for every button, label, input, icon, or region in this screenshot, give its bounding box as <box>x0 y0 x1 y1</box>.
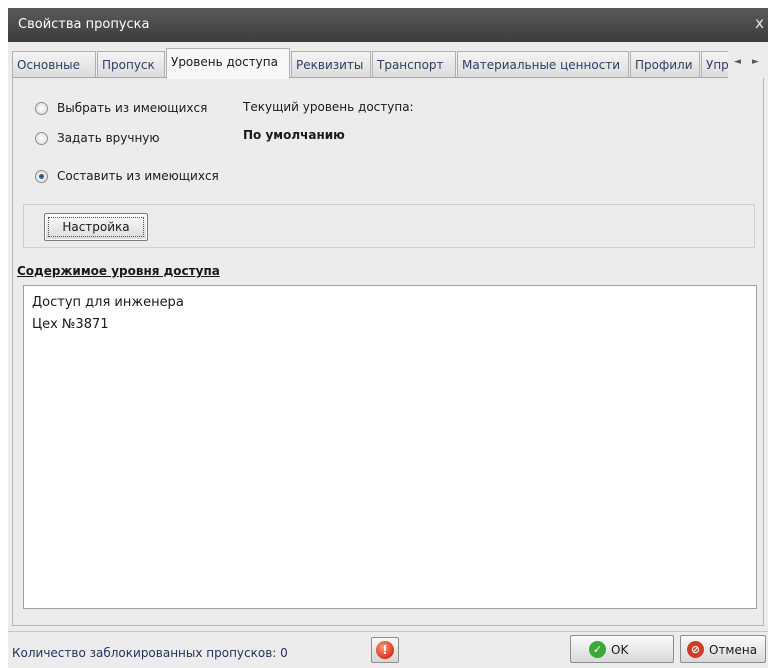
current-level-value: По умолчанию <box>243 128 345 142</box>
tab-bar: Основные Пропуск Уровень доступа Реквизи… <box>12 48 764 79</box>
radio-button[interactable] <box>35 102 48 115</box>
current-level-label: Текущий уровень доступа: <box>243 100 414 114</box>
window-title: Свойства пропуска <box>18 17 150 32</box>
radio-button-checked[interactable] <box>35 170 48 183</box>
cancel-icon: ⊘ <box>687 641 704 658</box>
access-level-panel: Выбрать из имеющихся Задать вручную Сост… <box>12 78 764 626</box>
blocked-passes-count: Количество заблокированных пропусков: 0 <box>12 646 288 660</box>
radio-choose-existing[interactable]: Выбрать из имеющихся <box>35 99 235 119</box>
tab-profiles[interactable]: Профили <box>630 51 700 77</box>
cancel-label: Отмена <box>709 643 758 657</box>
tab-propusk[interactable]: Пропуск <box>97 51 165 77</box>
contents-line: Доступ для инженера <box>32 295 184 310</box>
tab-rekvizity[interactable]: Реквизиты <box>291 51 371 77</box>
check-icon: ✓ <box>589 641 606 658</box>
ok-label: OK <box>611 643 629 657</box>
contents-line: Цех №3871 <box>32 317 109 332</box>
dialog-window: Свойства пропуска x Основные Пропуск Уро… <box>8 8 768 668</box>
ok-button[interactable]: ✓ OK <box>570 635 674 663</box>
radio-label: Задать вручную <box>57 131 160 145</box>
access-level-contents[interactable]: Доступ для инженера Цех №3871 <box>23 285 757 609</box>
chevron-left-icon[interactable]: ◄ <box>734 57 741 67</box>
radio-button[interactable] <box>35 132 48 145</box>
settings-button[interactable]: Настройка <box>44 213 148 241</box>
tab-access-level[interactable]: Уровень доступа <box>166 48 290 79</box>
chevron-right-icon[interactable]: ► <box>752 57 759 67</box>
contents-title: Содержимое уровня доступа <box>17 264 220 278</box>
radio-set-manually[interactable]: Задать вручную <box>35 129 235 149</box>
title-bar: Свойства пропуска x <box>8 8 768 42</box>
tab-valuables[interactable]: Материальные ценности <box>457 51 629 77</box>
settings-strip: Настройка <box>23 204 755 248</box>
close-icon[interactable]: x <box>755 14 764 32</box>
status-bar: Количество заблокированных пропусков: 0 … <box>8 631 768 668</box>
tab-transport[interactable]: Транспорт <box>372 51 456 77</box>
alert-icon: ! <box>376 641 394 659</box>
cancel-button[interactable]: ⊘ Отмена <box>680 635 766 663</box>
alert-button[interactable]: ! <box>371 637 399 663</box>
radio-compose-existing[interactable]: Составить из имеющихся <box>35 167 235 187</box>
tab-osnovnye[interactable]: Основные <box>12 51 96 77</box>
radio-label: Составить из имеющихся <box>57 169 219 183</box>
tab-scroll-buttons: ◄ ► <box>728 48 764 78</box>
radio-label: Выбрать из имеющихся <box>57 101 208 115</box>
